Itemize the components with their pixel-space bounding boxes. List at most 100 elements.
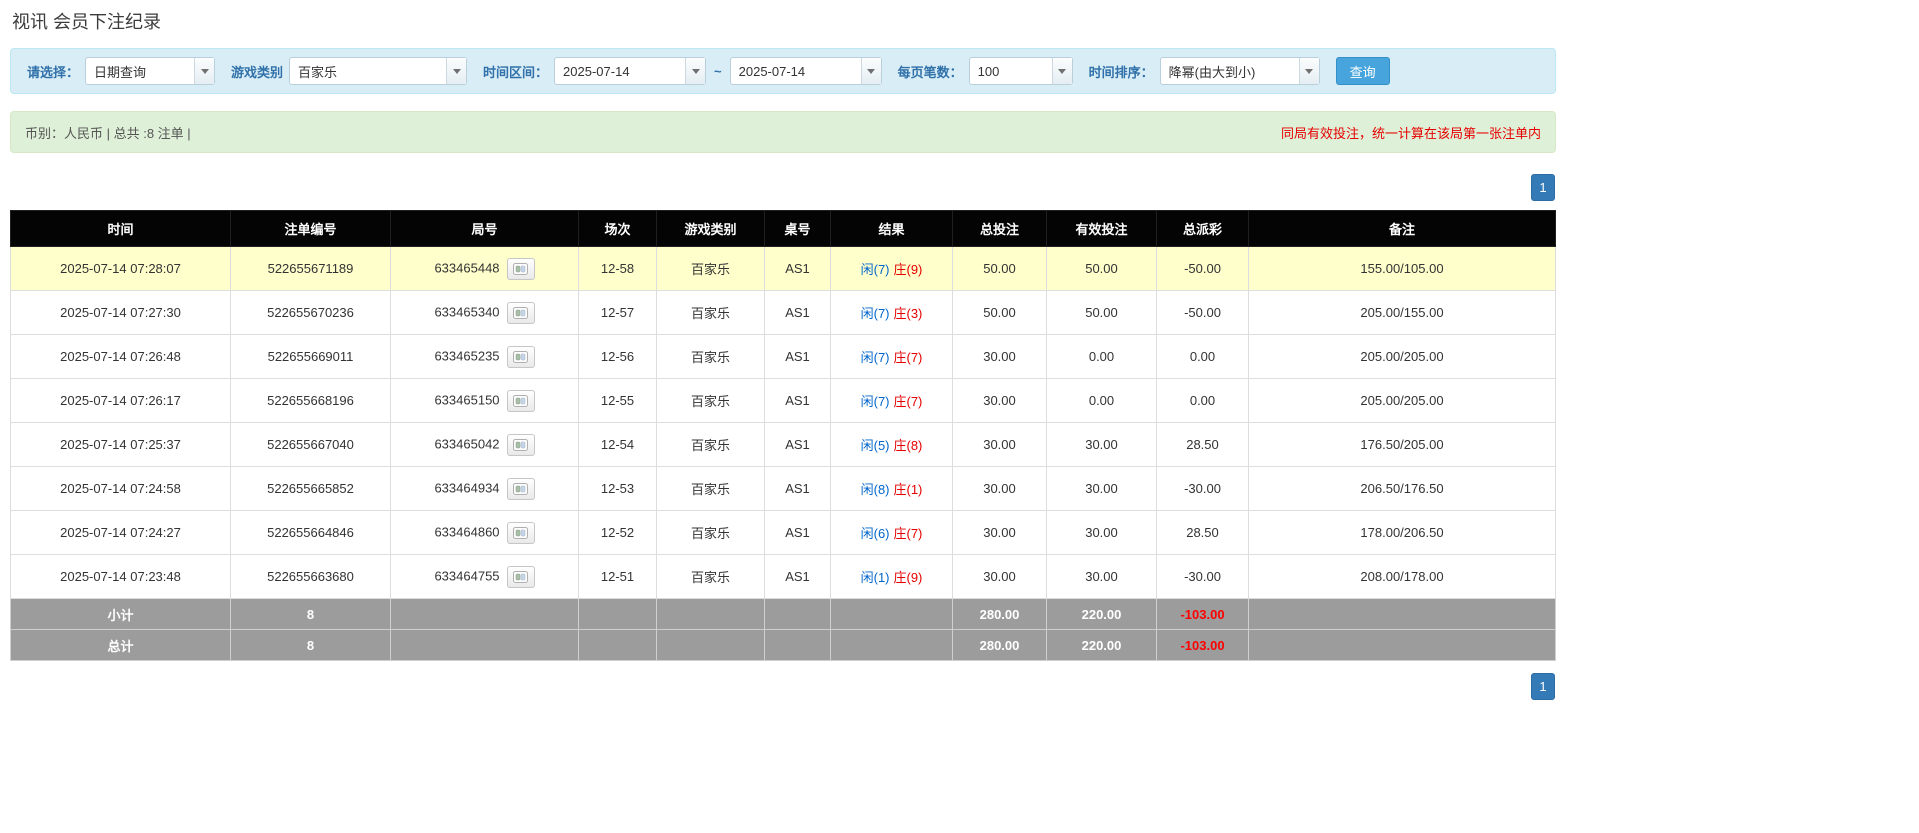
cell-payout: -30.00 bbox=[1157, 467, 1249, 511]
round-detail-cards-icon[interactable] bbox=[507, 478, 535, 500]
bet-record-row: 2025-07-14 07:26:48522655669011633465235… bbox=[11, 335, 1556, 379]
date-from-select[interactable]: 2025-07-14 bbox=[554, 57, 706, 85]
cell-total-bet[interactable]: 30.00 bbox=[953, 335, 1047, 379]
sort-select[interactable]: 降幂(由大到小) bbox=[1160, 57, 1320, 85]
result-player: 闲(5) bbox=[861, 438, 890, 453]
cell-note: 178.00/206.50 bbox=[1249, 511, 1556, 555]
cell-time: 2025-07-14 07:25:37 bbox=[11, 423, 231, 467]
cell-result: 闲(1)庄(9) bbox=[831, 555, 953, 599]
result-player: 闲(7) bbox=[861, 262, 890, 277]
subtotal-note bbox=[1249, 599, 1556, 630]
cell-table-no: AS1 bbox=[765, 379, 831, 423]
cell-bet-id: 522655665852 bbox=[231, 467, 391, 511]
cell-total-bet[interactable]: 30.00 bbox=[953, 511, 1047, 555]
sort-value: 降幂(由大到小) bbox=[1161, 58, 1299, 84]
cell-game-type: 百家乐 bbox=[657, 335, 765, 379]
chevron-down-icon[interactable] bbox=[685, 58, 705, 84]
subtotal-label: 小计 bbox=[11, 599, 231, 630]
cell-bet-id: 522655668196 bbox=[231, 379, 391, 423]
cell-note: 205.00/205.00 bbox=[1249, 379, 1556, 423]
cell-payout: 0.00 bbox=[1157, 335, 1249, 379]
cell-result: 闲(7)庄(9) bbox=[831, 247, 953, 291]
pagination-top: 1 bbox=[10, 174, 1555, 201]
cell-total-bet[interactable]: 50.00 bbox=[953, 291, 1047, 335]
summary-bar: 币别：人民币 | 总共 :8 注单 | 同局有效投注，统一计算在该局第一张注单内 bbox=[10, 111, 1556, 153]
cell-game-type: 百家乐 bbox=[657, 379, 765, 423]
cell-bet-id: 522655671189 bbox=[231, 247, 391, 291]
page-size-select[interactable]: 100 bbox=[969, 57, 1073, 85]
query-type-select[interactable]: 日期查询 bbox=[85, 57, 215, 85]
page-number-button[interactable]: 1 bbox=[1531, 673, 1555, 700]
date-to-select[interactable]: 2025-07-14 bbox=[730, 57, 882, 85]
cell-valid-bet: 0.00 bbox=[1047, 335, 1157, 379]
chevron-down-icon[interactable] bbox=[861, 58, 881, 84]
cell-result: 闲(7)庄(3) bbox=[831, 291, 953, 335]
cell-note: 205.00/205.00 bbox=[1249, 335, 1556, 379]
bet-record-row: 2025-07-14 07:24:27522655664846633464860… bbox=[11, 511, 1556, 555]
column-header: 时间 bbox=[11, 211, 231, 247]
cell-table-no: AS1 bbox=[765, 467, 831, 511]
cell-result: 闲(5) 庄(8) bbox=[831, 423, 953, 467]
cell-bet-id: 522655670236 bbox=[231, 291, 391, 335]
cell-round-id: 633465042 bbox=[391, 423, 579, 467]
chevron-down-icon[interactable] bbox=[194, 58, 214, 84]
round-detail-cards-icon[interactable] bbox=[507, 346, 535, 368]
cell-total-bet[interactable]: 30.00 bbox=[953, 467, 1047, 511]
round-detail-cards-icon[interactable] bbox=[507, 302, 535, 324]
cell-payout: -50.00 bbox=[1157, 291, 1249, 335]
cell-note: 206.50/176.50 bbox=[1249, 467, 1556, 511]
column-header: 总投注 bbox=[953, 211, 1047, 247]
column-header: 结果 bbox=[831, 211, 953, 247]
cell-total-bet[interactable]: 50.00 bbox=[953, 247, 1047, 291]
game-type-select[interactable]: 百家乐 bbox=[289, 57, 467, 85]
cell-bet-id: 522655669011 bbox=[231, 335, 391, 379]
result-banker: 庄(1) bbox=[894, 482, 923, 497]
subtotal-result bbox=[831, 599, 953, 630]
round-detail-cards-icon[interactable] bbox=[507, 434, 535, 456]
total-total-bet: 280.00 bbox=[953, 630, 1047, 661]
cell-valid-bet: 30.00 bbox=[1047, 423, 1157, 467]
cell-time: 2025-07-14 07:24:27 bbox=[11, 511, 231, 555]
total-row: 总计8280.00220.00-103.00 bbox=[11, 630, 1556, 661]
cell-payout: 28.50 bbox=[1157, 511, 1249, 555]
page-number-button[interactable]: 1 bbox=[1531, 174, 1555, 201]
filter-bar: 请选择： 日期查询 游戏类别 百家乐 时间区间： 2025-07-14 ~ 20… bbox=[10, 48, 1556, 94]
round-id: 633464755 bbox=[434, 568, 499, 583]
cell-result: 闲(7)庄(7) bbox=[831, 335, 953, 379]
cell-total-bet[interactable]: 30.00 bbox=[953, 555, 1047, 599]
result-banker: 庄(8) bbox=[894, 438, 923, 453]
cell-time: 2025-07-14 07:26:17 bbox=[11, 379, 231, 423]
round-detail-cards-icon[interactable] bbox=[507, 390, 535, 412]
cell-total-bet[interactable]: 30.00 bbox=[953, 423, 1047, 467]
cell-round-id: 633465235 bbox=[391, 335, 579, 379]
cell-valid-bet: 50.00 bbox=[1047, 291, 1157, 335]
round-detail-cards-icon[interactable] bbox=[507, 522, 535, 544]
cell-table-no: AS1 bbox=[765, 247, 831, 291]
bet-record-row: 2025-07-14 07:23:48522655663680633464755… bbox=[11, 555, 1556, 599]
round-detail-cards-icon[interactable] bbox=[507, 258, 535, 280]
chevron-down-icon[interactable] bbox=[1052, 58, 1072, 84]
page: 视讯 会员下注纪录 请选择： 日期查询 游戏类别 百家乐 时间区间： 2025-… bbox=[10, 8, 1556, 700]
result-player: 闲(7) bbox=[861, 394, 890, 409]
cell-valid-bet: 30.00 bbox=[1047, 555, 1157, 599]
search-button[interactable]: 查询 bbox=[1336, 57, 1390, 85]
date-to-value: 2025-07-14 bbox=[731, 58, 861, 84]
chevron-down-icon[interactable] bbox=[1299, 58, 1319, 84]
round-detail-cards-icon[interactable] bbox=[507, 566, 535, 588]
summary-notice: 同局有效投注，统一计算在该局第一张注单内 bbox=[1281, 123, 1541, 142]
cell-game-type: 百家乐 bbox=[657, 555, 765, 599]
bet-record-row: 2025-07-14 07:24:58522655665852633464934… bbox=[11, 467, 1556, 511]
cell-time: 2025-07-14 07:28:07 bbox=[11, 247, 231, 291]
round-id: 633465042 bbox=[434, 436, 499, 451]
cell-bet-id: 522655663680 bbox=[231, 555, 391, 599]
cell-result: 闲(6)庄(7) bbox=[831, 511, 953, 555]
page-title: 视讯 会员下注纪录 bbox=[12, 8, 1556, 34]
cell-bet-id: 522655664846 bbox=[231, 511, 391, 555]
cell-total-bet[interactable]: 30.00 bbox=[953, 379, 1047, 423]
result-player: 闲(7) bbox=[861, 350, 890, 365]
cell-payout: -50.00 bbox=[1157, 247, 1249, 291]
chevron-down-icon[interactable] bbox=[446, 58, 466, 84]
cell-round-id: 633465150 bbox=[391, 379, 579, 423]
subtotal-total-bet: 280.00 bbox=[953, 599, 1047, 630]
cell-payout: 28.50 bbox=[1157, 423, 1249, 467]
